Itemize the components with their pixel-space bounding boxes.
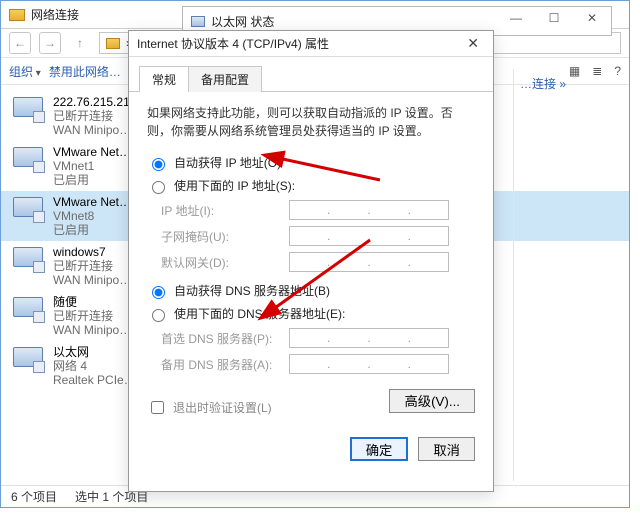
dialog-tabs: 常规 备用配置 [129,57,493,92]
dialog-title: Internet 协议版本 4 (TCP/IPv4) 属性 [137,35,329,52]
cancel-button[interactable]: 取消 [418,437,475,461]
dialog-titlebar: Internet 协议版本 4 (TCP/IPv4) 属性 ✕ [129,31,493,57]
adapter-icon [11,245,45,273]
tab-general[interactable]: 常规 [139,66,189,92]
ok-button[interactable]: 确定 [350,437,409,461]
adapter-icon [11,145,45,173]
right-hint-text[interactable]: …连接 » [514,69,625,98]
radio-auto-ip-input[interactable] [152,158,165,171]
radio-auto-dns-input[interactable] [152,286,165,299]
adapter-icon [11,345,45,373]
ipv4-properties-dialog: Internet 协议版本 4 (TCP/IPv4) 属性 ✕ 常规 备用配置 … [128,30,494,492]
validate-checkbox[interactable] [151,401,164,414]
dialog-description: 如果网络支持此功能，则可以获取自动指派的 IP 设置。否则，你需要从网络系统管理… [147,104,475,140]
path-folder-icon [106,38,120,49]
validate-label: 退出时验证设置(L) [173,399,272,416]
organize-menu[interactable]: 组织 [9,63,41,80]
ip-address-field: ... [289,200,449,220]
pref-dns-field: ... [289,328,449,348]
subnet-mask-field: ... [289,226,449,246]
gateway-label: 默认网关(D): [161,254,281,271]
adapter-icon [11,95,45,123]
radio-manual-dns-label: 使用下面的 DNS 服务器地址(E): [174,305,345,322]
radio-auto-dns-label: 自动获得 DNS 服务器地址(B) [174,282,330,299]
radio-auto-dns[interactable]: 自动获得 DNS 服务器地址(B) [147,282,475,299]
radio-auto-ip[interactable]: 自动获得 IP 地址(O) [147,154,475,171]
nav-back-button[interactable]: ← [9,32,31,54]
advanced-button[interactable]: 高级(V)... [389,389,475,413]
backwin-max-button[interactable]: ☐ [535,7,573,29]
right-hint-panel: …连接 » [513,69,625,481]
radio-manual-dns-input[interactable] [152,309,165,322]
radio-manual-ip-label: 使用下面的 IP 地址(S): [174,177,295,194]
dialog-footer: 确定 取消 [129,425,493,475]
nav-forward-button[interactable]: → [39,32,61,54]
adapter-icon [11,295,45,323]
status-count: 6 个项目 [11,488,57,505]
backwin-close-button[interactable]: ✕ [573,7,611,29]
pref-dns-label: 首选 DNS 服务器(P): [161,330,281,347]
validate-checkbox-row[interactable]: 退出时验证设置(L) [147,398,272,417]
adapter-icon [11,195,45,223]
nav-up-button[interactable]: ↑ [69,32,91,54]
adapter-small-icon [191,16,205,27]
gateway-field: ... [289,252,449,272]
radio-manual-ip-input[interactable] [152,181,165,194]
radio-auto-ip-label: 自动获得 IP 地址(O) [174,154,281,171]
backwin-min-button[interactable]: — [497,7,535,29]
ip-group: 自动获得 IP 地址(O) 使用下面的 IP 地址(S): IP 地址(I): … [147,154,475,272]
dns-group: 自动获得 DNS 服务器地址(B) 使用下面的 DNS 服务器地址(E): 首选… [147,282,475,374]
dialog-close-button[interactable]: ✕ [461,33,485,54]
subnet-mask-label: 子网掩码(U): [161,228,281,245]
ip-address-label: IP 地址(I): [161,202,281,219]
dialog-body: 如果网络支持此功能，则可以获取自动指派的 IP 设置。否则，你需要从网络系统管理… [129,92,493,425]
ethernet-status-title: 以太网 状态 [211,13,274,30]
alt-dns-label: 备用 DNS 服务器(A): [161,356,281,373]
parent-title: 网络连接 [31,6,79,23]
radio-manual-dns[interactable]: 使用下面的 DNS 服务器地址(E): [147,305,475,322]
alt-dns-field: ... [289,354,449,374]
tab-alternate[interactable]: 备用配置 [188,66,262,92]
disable-device-button[interactable]: 禁用此网络… [49,63,121,80]
radio-manual-ip[interactable]: 使用下面的 IP 地址(S): [147,177,475,194]
folder-icon [9,9,25,21]
